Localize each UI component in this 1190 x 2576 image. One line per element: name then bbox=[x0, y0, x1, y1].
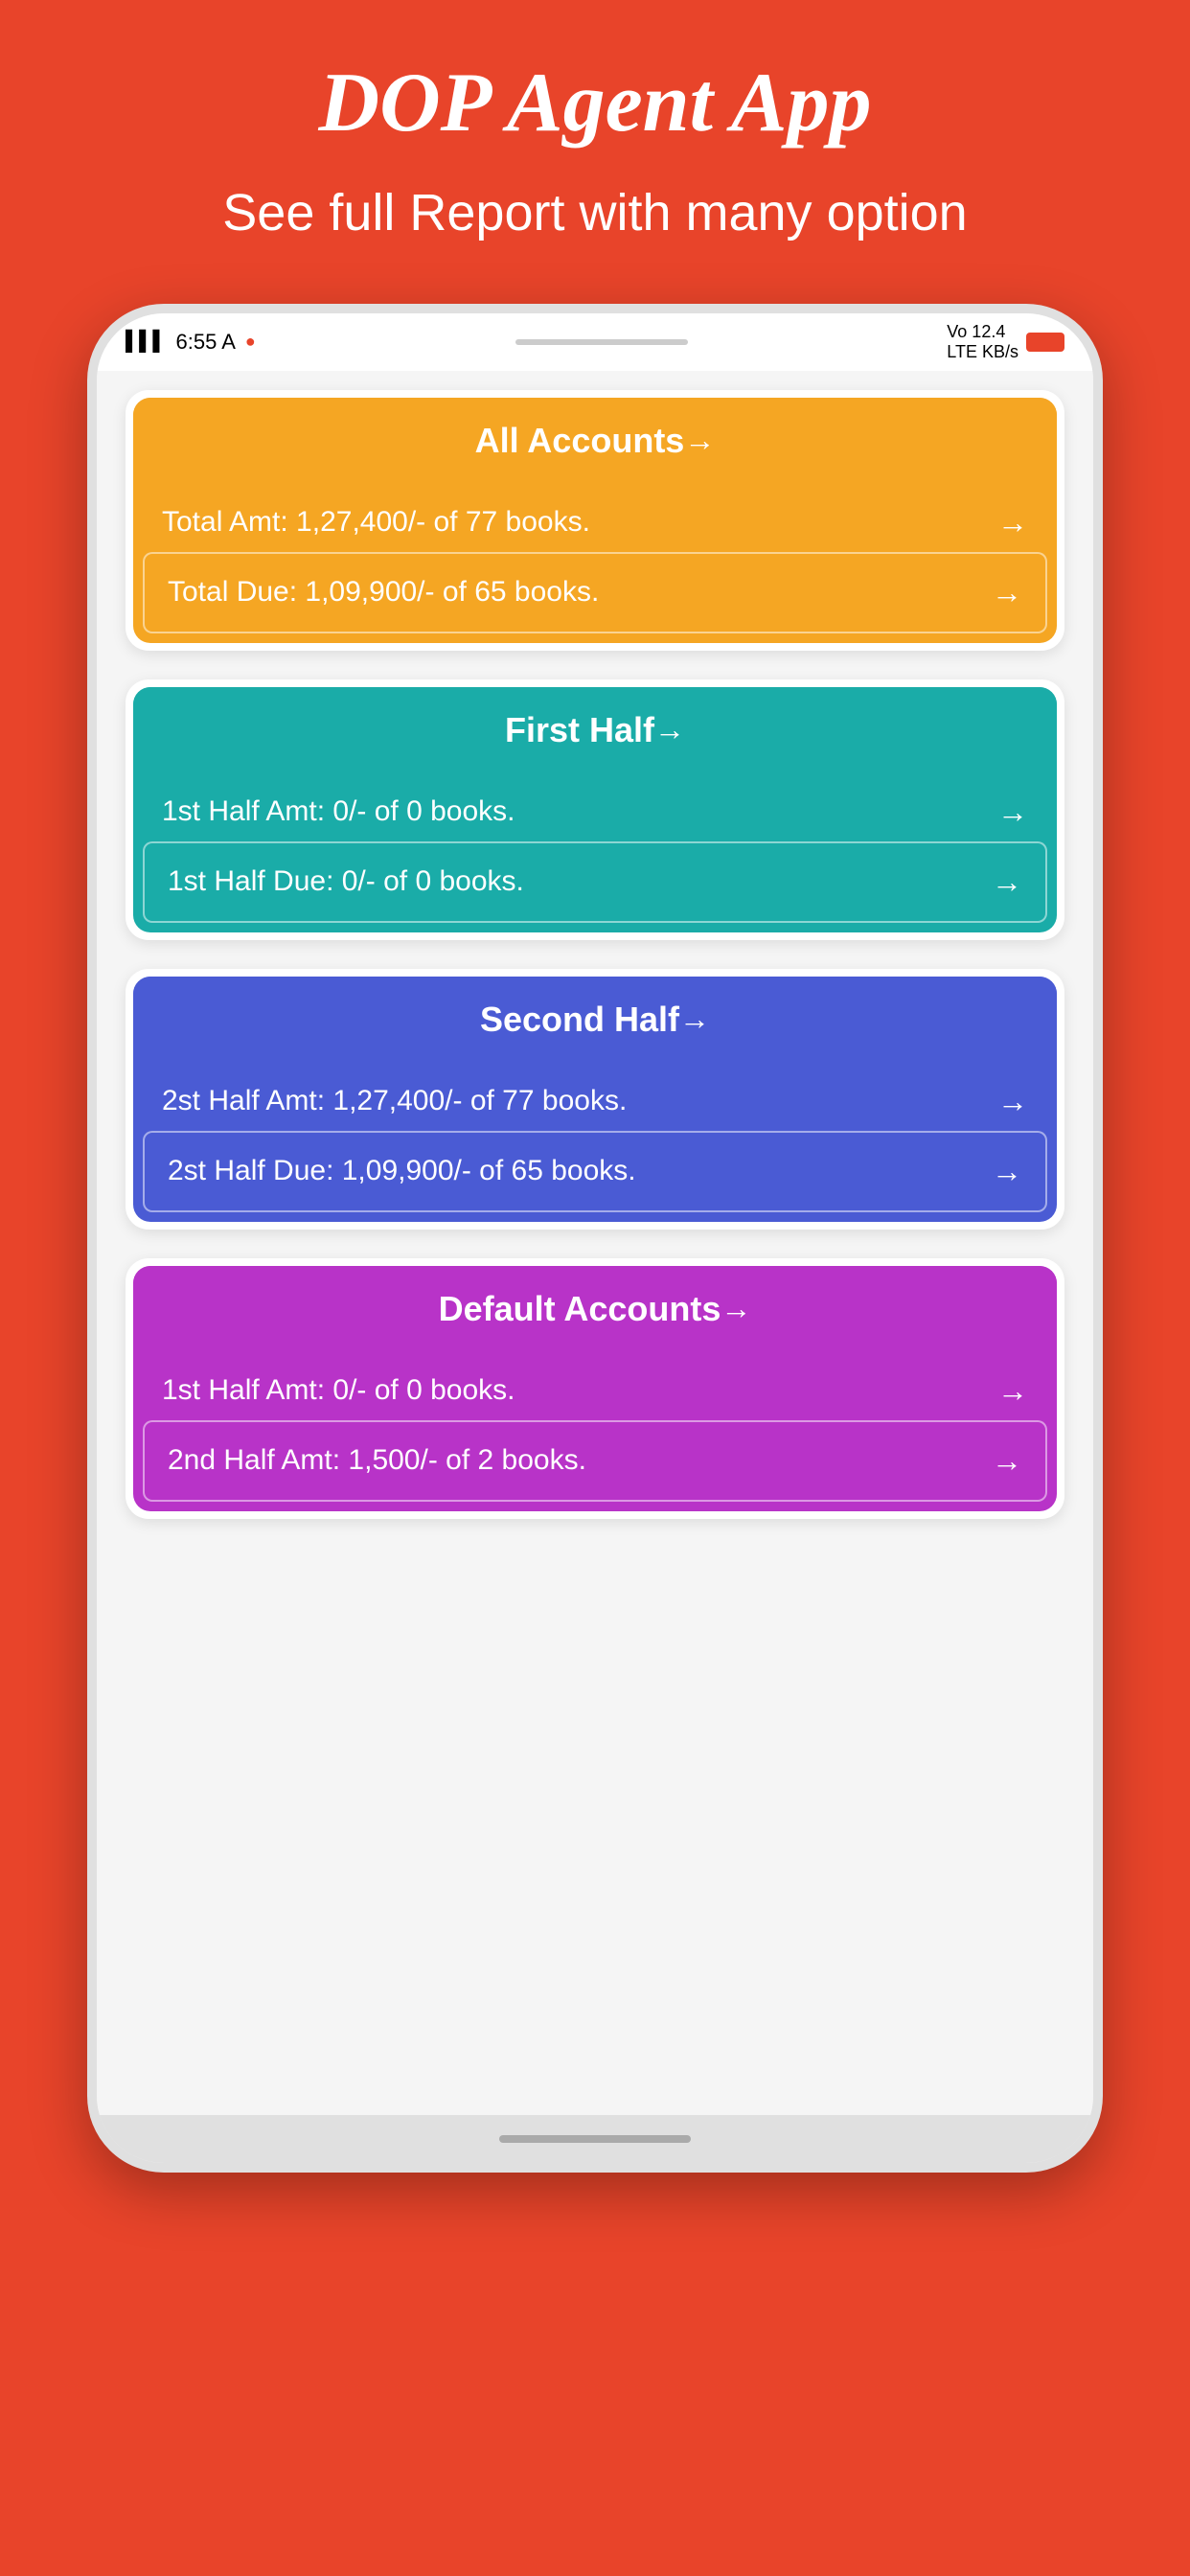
default-accounts-section: Default Accounts → 1st Half Amt: 0/- of … bbox=[126, 1258, 1064, 1519]
recording-dot: ● bbox=[245, 332, 256, 352]
second-half-inner: Second Half → 2st Half Amt: 1,27,400/- o… bbox=[133, 977, 1057, 1222]
first-half-row-1[interactable]: 1st Half Amt: 0/- of 0 books. → bbox=[133, 773, 1057, 841]
second-half-row-1-label: 2st Half Amt: 1,27,400/- of 77 books. bbox=[162, 1085, 627, 1117]
phone-content[interactable]: All Accounts → Total Amt: 1,27,400/- of … bbox=[97, 371, 1093, 2115]
first-half-row-1-label: 1st Half Amt: 0/- of 0 books. bbox=[162, 795, 515, 828]
all-accounts-section: All Accounts → Total Amt: 1,27,400/- of … bbox=[126, 390, 1064, 651]
app-title: DOP Agent App bbox=[319, 58, 872, 150]
app-subtitle: See full Report with many option bbox=[146, 179, 1043, 246]
all-accounts-row-1[interactable]: Total Amt: 1,27,400/- of 77 books. → bbox=[133, 484, 1057, 552]
default-accounts-row-2-label: 2nd Half Amt: 1,500/- of 2 books. bbox=[168, 1444, 586, 1477]
second-half-title: Second Half bbox=[480, 1000, 679, 1040]
second-half-row-1[interactable]: 2st Half Amt: 1,27,400/- of 77 books. → bbox=[133, 1063, 1057, 1131]
status-bar: ▌▌▌ 6:55 A ● Vo 12.4LTE KB/s bbox=[97, 313, 1093, 371]
first-half-row-1-arrow: → bbox=[997, 794, 1028, 830]
second-half-section: Second Half → 2st Half Amt: 1,27,400/- o… bbox=[126, 969, 1064, 1230]
home-bar bbox=[499, 2135, 691, 2143]
all-accounts-row-2-arrow: → bbox=[992, 575, 1022, 610]
second-half-row-2-label: 2st Half Due: 1,09,900/- of 65 books. bbox=[168, 1155, 636, 1187]
second-half-arrow: → bbox=[679, 1001, 710, 1037]
network-speed: Vo 12.4LTE KB/s bbox=[947, 322, 1018, 362]
second-half-row-1-arrow: → bbox=[997, 1084, 1028, 1119]
first-half-row-2[interactable]: 1st Half Due: 0/- of 0 books. → bbox=[143, 841, 1047, 923]
notch bbox=[515, 339, 688, 345]
default-accounts-row-2-arrow: → bbox=[992, 1443, 1022, 1479]
first-half-title: First Half bbox=[505, 710, 654, 750]
all-accounts-title: All Accounts bbox=[475, 421, 685, 461]
all-accounts-row-1-arrow: → bbox=[997, 505, 1028, 540]
default-accounts-arrow: → bbox=[721, 1291, 751, 1326]
default-accounts-inner: Default Accounts → 1st Half Amt: 0/- of … bbox=[133, 1266, 1057, 1511]
all-accounts-row-2[interactable]: Total Due: 1,09,900/- of 65 books. → bbox=[143, 552, 1047, 633]
second-half-row-2[interactable]: 2st Half Due: 1,09,900/- of 65 books. → bbox=[143, 1131, 1047, 1212]
first-half-arrow: → bbox=[654, 712, 685, 748]
first-half-header[interactable]: First Half → bbox=[133, 687, 1057, 773]
first-half-row-2-arrow: → bbox=[992, 864, 1022, 900]
default-accounts-row-1[interactable]: 1st Half Amt: 0/- of 0 books. → bbox=[133, 1352, 1057, 1420]
all-accounts-row-1-label: Total Amt: 1,27,400/- of 77 books. bbox=[162, 506, 590, 539]
status-left: ▌▌▌ 6:55 A ● bbox=[126, 330, 256, 355]
home-indicator bbox=[97, 2115, 1093, 2163]
second-half-header[interactable]: Second Half → bbox=[133, 977, 1057, 1063]
carrier-text: 6:55 A bbox=[176, 330, 236, 355]
battery-icon bbox=[1026, 333, 1064, 352]
default-accounts-title: Default Accounts bbox=[439, 1289, 721, 1329]
second-half-row-2-arrow: → bbox=[992, 1154, 1022, 1189]
default-accounts-row-2[interactable]: 2nd Half Amt: 1,500/- of 2 books. → bbox=[143, 1420, 1047, 1502]
first-half-row-2-label: 1st Half Due: 0/- of 0 books. bbox=[168, 865, 524, 898]
all-accounts-header[interactable]: All Accounts → bbox=[133, 398, 1057, 484]
phone-frame: ▌▌▌ 6:55 A ● Vo 12.4LTE KB/s All Account… bbox=[87, 304, 1103, 2173]
signal-icon: ▌▌▌ bbox=[126, 331, 167, 353]
all-accounts-arrow: → bbox=[684, 423, 715, 458]
first-half-inner: First Half → 1st Half Amt: 0/- of 0 book… bbox=[133, 687, 1057, 932]
default-accounts-row-1-label: 1st Half Amt: 0/- of 0 books. bbox=[162, 1374, 515, 1407]
first-half-section: First Half → 1st Half Amt: 0/- of 0 book… bbox=[126, 679, 1064, 940]
default-accounts-header[interactable]: Default Accounts → bbox=[133, 1266, 1057, 1352]
default-accounts-row-1-arrow: → bbox=[997, 1373, 1028, 1409]
status-right: Vo 12.4LTE KB/s bbox=[947, 322, 1064, 362]
all-accounts-row-2-label: Total Due: 1,09,900/- of 65 books. bbox=[168, 576, 599, 609]
all-accounts-inner: All Accounts → Total Amt: 1,27,400/- of … bbox=[133, 398, 1057, 643]
